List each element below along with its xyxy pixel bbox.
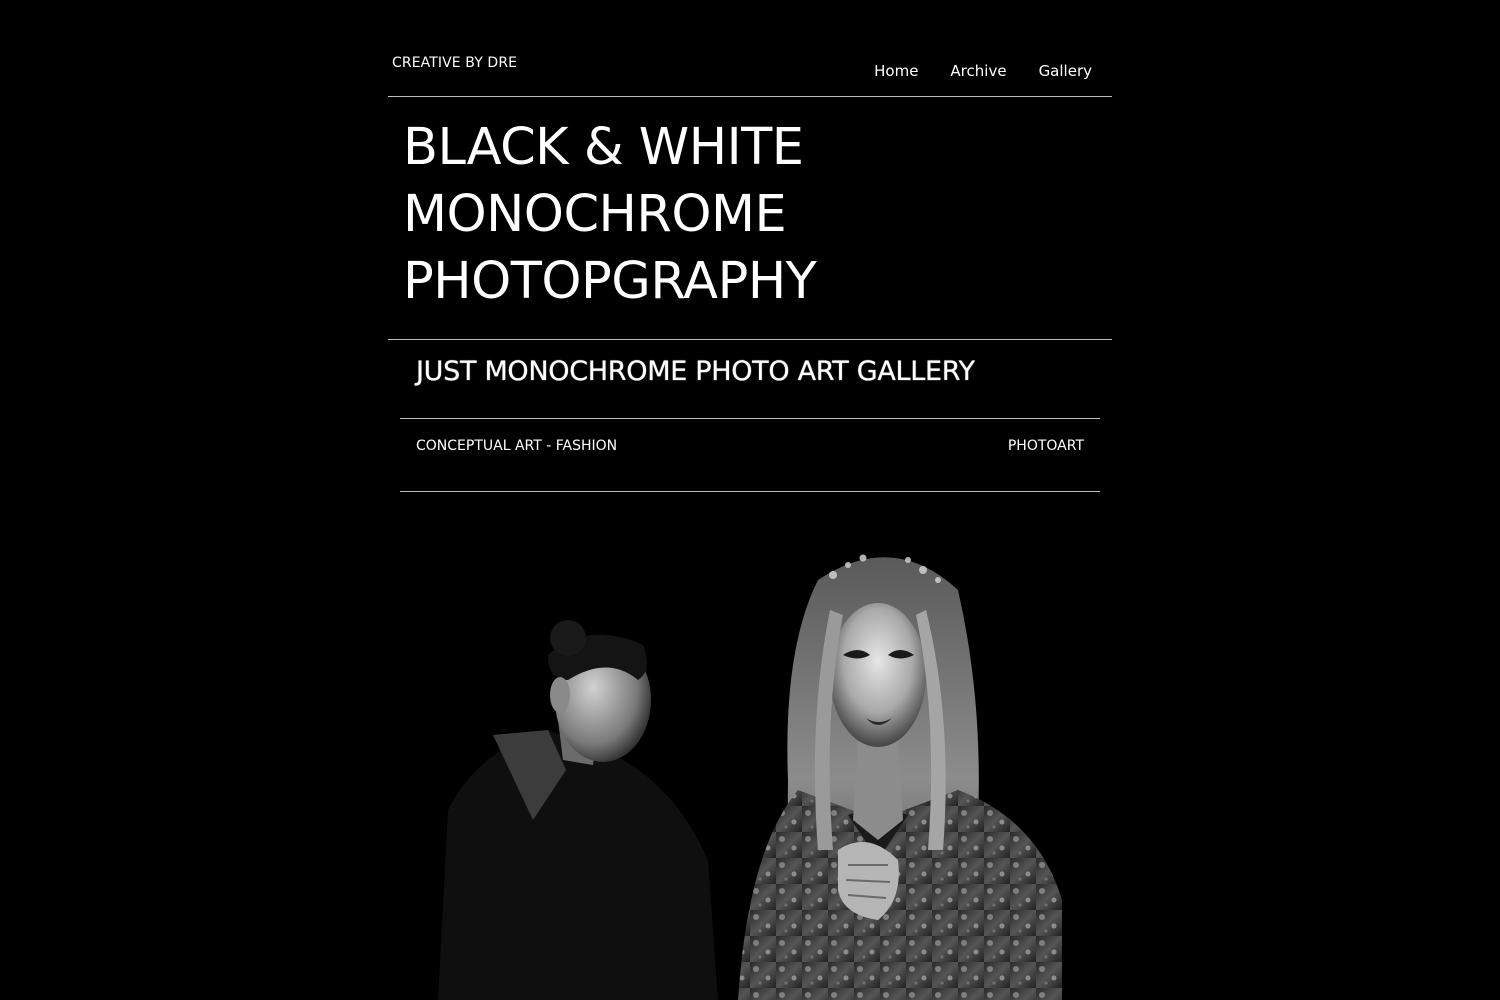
hero-divider [388,339,1112,340]
featured-photo-illustration [438,520,1062,1000]
category-photoart-link[interactable]: PHOTOART [1008,438,1084,454]
header-divider [388,96,1112,97]
hero-title-line-3: PHOTOPGRAPHY [403,252,817,311]
featured-photo[interactable] [438,520,1062,1000]
gallery-subtitle: JUST MONOCHROME PHOTO ART GALLERY [416,356,975,387]
nav-home-link[interactable]: Home [874,62,918,80]
site-name-link[interactable]: CREATIVE BY DRE [392,55,517,71]
hero-title-line-2: MONOCHROME [403,185,787,244]
nav-archive-link[interactable]: Archive [950,62,1006,80]
page: CREATIVE BY DRE Home Archive Gallery BLA… [0,0,1500,1000]
hero-title-line-1: BLACK & WHITE [403,118,804,177]
hero-title: BLACK & WHITE MONOCHROME PHOTOPGRAPHY [403,114,817,315]
nav-gallery-link[interactable]: Gallery [1039,62,1092,80]
category-conceptual-link[interactable]: CONCEPTUAL ART - FASHION [416,438,617,454]
subtitle-divider [400,418,1100,419]
category-divider [400,491,1100,492]
main-nav: Home Archive Gallery [874,62,1092,80]
